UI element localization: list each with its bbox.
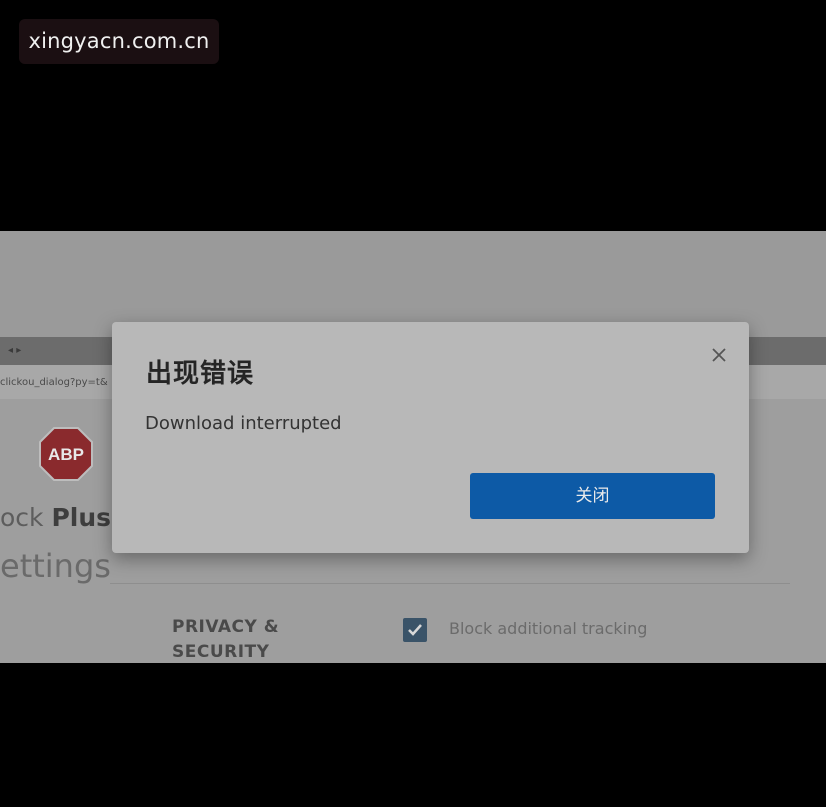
- close-icon[interactable]: [708, 344, 730, 366]
- checkmark-icon: [408, 624, 422, 636]
- divider: [110, 583, 790, 584]
- toolbar-nav-icon: ◂ ▸: [8, 345, 22, 356]
- abp-title-bold: Plus: [51, 503, 112, 532]
- block-tracking-label: Block additional tracking: [449, 619, 648, 638]
- dialog-message: Download interrupted: [145, 413, 342, 434]
- abp-title-partial: ock: [0, 503, 44, 532]
- abp-logo-text: ABP: [48, 445, 84, 464]
- dialog-title: 出现错误: [146, 359, 255, 389]
- abp-logo-icon: ABP: [38, 426, 94, 482]
- block-tracking-checkbox[interactable]: [403, 618, 427, 642]
- abp-title: ock Plus: [0, 503, 111, 532]
- privacy-label-line2: SECURITY: [172, 642, 270, 662]
- watermark: xingyacn.com.cn: [19, 19, 219, 64]
- close-button[interactable]: 关闭: [470, 473, 715, 519]
- privacy-security-label: PRIVACY & SECURITY: [172, 615, 279, 663]
- settings-heading: ettings: [0, 547, 111, 585]
- address-text: clickou_dialog?py=t&: [0, 377, 108, 388]
- privacy-label-line1: PRIVACY &: [172, 617, 280, 637]
- error-dialog: 出现错误 Download interrupted 关闭: [112, 322, 749, 553]
